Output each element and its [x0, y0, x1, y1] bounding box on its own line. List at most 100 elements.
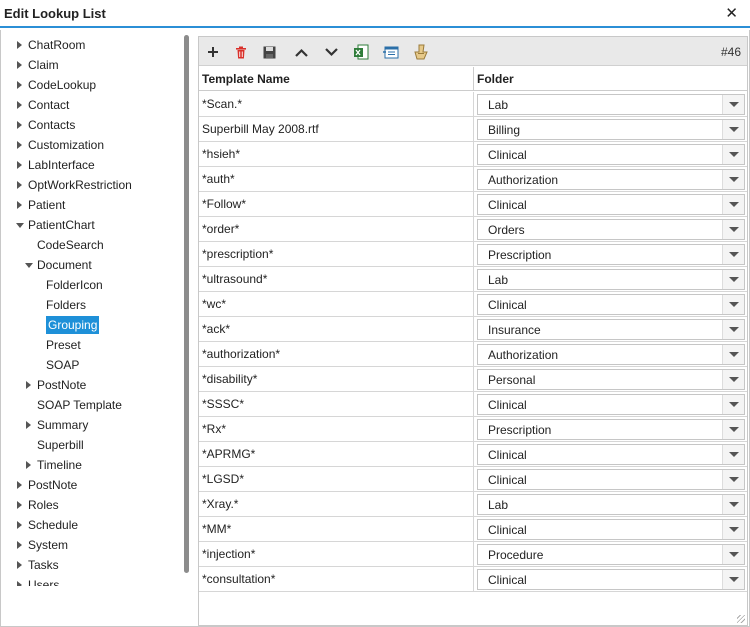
tree-item-optworkrestriction[interactable]: OptWorkRestriction: [1, 175, 183, 195]
folder-select[interactable]: Clinical: [477, 294, 745, 315]
chevron-down-icon[interactable]: [722, 570, 744, 589]
template-name-cell[interactable]: *prescription*: [202, 247, 470, 261]
chevron-down-icon[interactable]: [722, 345, 744, 364]
expand-arrow-icon[interactable]: [17, 141, 22, 149]
folder-select[interactable]: Prescription: [477, 419, 745, 440]
tree-item-contact[interactable]: Contact: [1, 95, 183, 115]
template-name-cell[interactable]: *MM*: [202, 522, 470, 536]
table-row[interactable]: *disability* Personal: [199, 367, 747, 392]
expand-arrow-icon[interactable]: [17, 561, 22, 569]
template-name-cell[interactable]: *Rx*: [202, 422, 470, 436]
collapse-arrow-icon[interactable]: [16, 223, 24, 228]
template-name-cell[interactable]: *injection*: [202, 547, 470, 561]
template-name-cell[interactable]: *APRMG*: [202, 447, 470, 461]
table-row[interactable]: *hsieh* Clinical: [199, 142, 747, 167]
template-name-cell[interactable]: *disability*: [202, 372, 470, 386]
folder-select[interactable]: Procedure: [477, 544, 745, 565]
folder-select[interactable]: Orders: [477, 219, 745, 240]
folder-select[interactable]: Clinical: [477, 519, 745, 540]
chevron-down-icon[interactable]: [722, 520, 744, 539]
tree-item-postnote[interactable]: PostNote: [1, 475, 183, 495]
table-row[interactable]: *consultation* Clinical: [199, 567, 747, 592]
expand-arrow-icon[interactable]: [17, 121, 22, 129]
tree-item-codesearch[interactable]: CodeSearch: [1, 235, 183, 255]
folder-select[interactable]: Clinical: [477, 144, 745, 165]
template-name-cell[interactable]: *wc*: [202, 297, 470, 311]
chevron-down-icon[interactable]: [722, 95, 744, 114]
folder-select[interactable]: Lab: [477, 494, 745, 515]
tree-item-foldericon[interactable]: FolderIcon: [1, 275, 183, 295]
template-name-cell[interactable]: *hsieh*: [202, 147, 470, 161]
table-row[interactable]: *auth* Authorization: [199, 167, 747, 192]
template-name-cell[interactable]: *LGSD*: [202, 472, 470, 486]
tree-item-chatroom[interactable]: ChatRoom: [1, 35, 183, 55]
tree-item-customization[interactable]: Customization: [1, 135, 183, 155]
tree-item-schedule[interactable]: Schedule: [1, 515, 183, 535]
template-name-cell[interactable]: *Xray.*: [202, 497, 470, 511]
table-row[interactable]: *ultrasound* Lab: [199, 267, 747, 292]
move-up-icon[interactable]: [291, 42, 311, 62]
expand-arrow-icon[interactable]: [17, 61, 22, 69]
folder-select[interactable]: Clinical: [477, 394, 745, 415]
clear-icon[interactable]: [411, 42, 431, 62]
folder-select[interactable]: Authorization: [477, 344, 745, 365]
expand-arrow-icon[interactable]: [17, 81, 22, 89]
tree-item-claim[interactable]: Claim: [1, 55, 183, 75]
table-row[interactable]: *order* Orders: [199, 217, 747, 242]
chevron-down-icon[interactable]: [722, 420, 744, 439]
template-name-cell[interactable]: *order*: [202, 222, 470, 236]
table-row[interactable]: *SSSC* Clinical: [199, 392, 747, 417]
table-row[interactable]: *Xray.* Lab: [199, 492, 747, 517]
tree-item-codelookup[interactable]: CodeLookup: [1, 75, 183, 95]
column-header-folder[interactable]: Folder: [477, 72, 514, 86]
folder-select[interactable]: Clinical: [477, 569, 745, 590]
table-row[interactable]: Superbill May 2008.rtf Billing: [199, 117, 747, 142]
chevron-down-icon[interactable]: [722, 295, 744, 314]
resize-grip-icon[interactable]: [737, 615, 745, 623]
tree-item-summary[interactable]: Summary: [1, 415, 183, 435]
table-row[interactable]: *injection* Procedure: [199, 542, 747, 567]
template-name-cell[interactable]: *ultrasound*: [202, 272, 470, 286]
tree-item-system[interactable]: System: [1, 535, 183, 555]
tree-item-labinterface[interactable]: LabInterface: [1, 155, 183, 175]
folder-select[interactable]: Billing: [477, 119, 745, 140]
chevron-down-icon[interactable]: [722, 320, 744, 339]
expand-arrow-icon[interactable]: [17, 521, 22, 529]
template-name-cell[interactable]: *ack*: [202, 322, 470, 336]
template-name-cell[interactable]: *authorization*: [202, 347, 470, 361]
expand-arrow-icon[interactable]: [26, 461, 31, 469]
tree-item-patient[interactable]: Patient: [1, 195, 183, 215]
expand-arrow-icon[interactable]: [17, 161, 22, 169]
expand-arrow-icon[interactable]: [17, 101, 22, 109]
table-row[interactable]: *prescription* Prescription: [199, 242, 747, 267]
tree-item-users[interactable]: Users: [1, 575, 183, 586]
tree-item-soap[interactable]: SOAP: [1, 355, 183, 375]
table-row[interactable]: *wc* Clinical: [199, 292, 747, 317]
tree-item-patientchart[interactable]: PatientChart: [1, 215, 183, 235]
move-down-icon[interactable]: [321, 42, 341, 62]
template-name-cell[interactable]: *consultation*: [202, 572, 470, 586]
column-divider[interactable]: [473, 67, 474, 91]
table-row[interactable]: *authorization* Authorization: [199, 342, 747, 367]
folder-select[interactable]: Lab: [477, 269, 745, 290]
expand-arrow-icon[interactable]: [17, 481, 22, 489]
tree-item-soap-template[interactable]: SOAP Template: [1, 395, 183, 415]
folder-select[interactable]: Insurance: [477, 319, 745, 340]
expand-arrow-icon[interactable]: [17, 541, 22, 549]
delete-icon[interactable]: [231, 42, 251, 62]
tree-item-timeline[interactable]: Timeline: [1, 455, 183, 475]
folder-select[interactable]: Clinical: [477, 444, 745, 465]
import-icon[interactable]: [381, 42, 401, 62]
table-row[interactable]: *Follow* Clinical: [199, 192, 747, 217]
folder-select[interactable]: Clinical: [477, 194, 745, 215]
table-row[interactable]: *APRMG* Clinical: [199, 442, 747, 467]
chevron-down-icon[interactable]: [722, 195, 744, 214]
expand-arrow-icon[interactable]: [26, 381, 31, 389]
tree-item-preset[interactable]: Preset: [1, 335, 183, 355]
folder-select[interactable]: Personal: [477, 369, 745, 390]
table-row[interactable]: *LGSD* Clinical: [199, 467, 747, 492]
chevron-down-icon[interactable]: [722, 120, 744, 139]
excel-export-icon[interactable]: [351, 42, 371, 62]
template-name-cell[interactable]: *auth*: [202, 172, 470, 186]
save-icon[interactable]: [259, 42, 279, 62]
